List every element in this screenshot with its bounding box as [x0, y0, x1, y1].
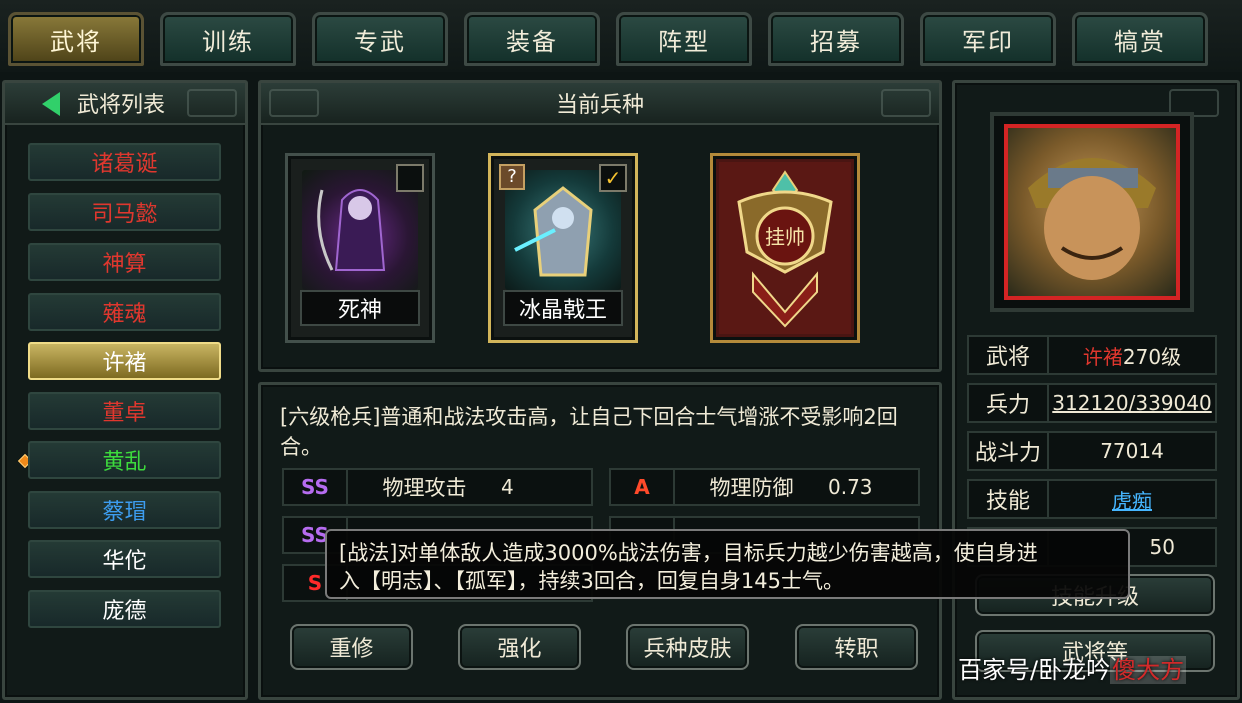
- unit-card-commander-emblem[interactable]: 挂帅: [710, 153, 860, 343]
- unit-description: [六级枪兵]普通和战法攻击高，让自己下回合士气增涨不受影响2回合。: [280, 405, 898, 459]
- info-value[interactable]: 312120/339040: [1049, 391, 1215, 415]
- stat-name: 物理攻击: [382, 476, 467, 500]
- skill-tooltip: [战法]对单体敌人造成3000%战法伤害，目标兵力越少伤害越高，使自身进 入【明…: [325, 529, 1130, 599]
- back-arrow-icon[interactable]: [42, 92, 60, 116]
- ornament: [269, 89, 319, 117]
- info-row-general: 武将 许褚270级: [967, 335, 1217, 375]
- tab-equipment[interactable]: 装备: [464, 12, 600, 66]
- info-key: 兵力: [969, 385, 1049, 421]
- info-key: 战斗力: [969, 433, 1049, 469]
- general-item-selected[interactable]: 许褚: [28, 342, 221, 380]
- general-list-title: 武将列表: [77, 93, 166, 118]
- grade-badge: SS: [284, 470, 348, 504]
- unit-type-header: 当前兵种: [261, 83, 939, 125]
- tab-exclusive-weapon[interactable]: 专武: [312, 12, 448, 66]
- general-level-value: 270级: [1122, 344, 1182, 369]
- general-item[interactable]: 董卓: [28, 392, 221, 430]
- tab-generals[interactable]: 武将: [8, 12, 144, 66]
- stat-value: 0.73: [828, 475, 873, 499]
- stat-name: 物理防御: [709, 476, 794, 500]
- tab-recruit[interactable]: 招募: [768, 12, 904, 66]
- skill-link[interactable]: 虎痴: [1049, 485, 1215, 514]
- general-face-icon: [1028, 158, 1156, 280]
- general-name: 许褚: [102, 351, 147, 376]
- change-class-button[interactable]: 转职: [795, 624, 918, 670]
- tab-rewards[interactable]: 犒赏: [1072, 12, 1208, 66]
- unit-checkbox[interactable]: [396, 164, 424, 192]
- general-item[interactable]: 司马懿: [28, 193, 221, 231]
- stat-value: 4: [501, 475, 514, 499]
- unit-checked-icon[interactable]: ✓: [599, 164, 627, 192]
- unit-type-title: 当前兵种: [555, 93, 644, 118]
- tab-bar: 武将 训练 专武 装备 阵型 招募 军印 犒赏: [0, 0, 1242, 72]
- unit-label: 死神: [300, 290, 420, 326]
- general-item[interactable]: 庞德: [28, 590, 221, 628]
- watermark-text: 百家号/卧龙吟: [958, 656, 1111, 684]
- general-name: 庞德: [102, 599, 147, 624]
- info-key: 武将: [969, 337, 1049, 373]
- info-value: 77014: [1100, 439, 1164, 463]
- unit-card-ice-crystal-king[interactable]: ? ✓ 冰晶戟王: [488, 153, 638, 343]
- general-name: 黄乱: [102, 450, 147, 475]
- grade-badge: A: [611, 470, 675, 504]
- stat-row: A 物理防御 0.73: [609, 468, 920, 506]
- unit-card-death[interactable]: 死神: [285, 153, 435, 343]
- general-item[interactable]: 华佗: [28, 540, 221, 578]
- ornament: [187, 89, 237, 117]
- general-name: 薙魂: [102, 302, 147, 327]
- commander-emblem-icon: 挂帅: [719, 162, 851, 334]
- general-item[interactable]: 诸葛诞: [28, 143, 221, 181]
- general-name: 董卓: [102, 401, 147, 426]
- stat-row: SS 物理攻击 4: [282, 468, 593, 506]
- unit-skin-button[interactable]: 兵种皮肤: [626, 624, 749, 670]
- general-name: 蔡瑁: [102, 500, 147, 525]
- general-item[interactable]: 蔡瑁: [28, 491, 221, 529]
- watermark: 百家号/卧龙吟傻大方: [958, 650, 1187, 685]
- info-key: 技能: [969, 481, 1049, 517]
- general-item[interactable]: 薙魂: [28, 293, 221, 331]
- retrain-button[interactable]: 重修: [290, 624, 413, 670]
- strengthen-button[interactable]: 强化: [458, 624, 581, 670]
- ornament: [881, 89, 931, 117]
- general-item[interactable]: 黄乱: [28, 441, 221, 479]
- tab-formation[interactable]: 阵型: [616, 12, 752, 66]
- general-name: 诸葛诞: [91, 152, 158, 177]
- watermark-highlight: 傻大方: [1110, 656, 1187, 684]
- general-name: 华佗: [102, 549, 147, 574]
- tooltip-line: [战法]对单体敌人造成3000%战法伤害，目标兵力越少伤害越高，使自身进: [339, 541, 1038, 565]
- info-row-troops: 兵力 312120/339040: [967, 383, 1217, 423]
- general-item[interactable]: 神算: [28, 243, 221, 281]
- general-name-value: 许褚: [1082, 344, 1123, 369]
- tooltip-line: 入【明志】、【孤军】，持续3回合，回复自身145士气。: [339, 569, 844, 593]
- info-row-power: 战斗力 77014: [967, 431, 1217, 471]
- general-name: 神算: [102, 252, 147, 277]
- tab-army-seal[interactable]: 军印: [920, 12, 1056, 66]
- emblem-text: 挂帅: [765, 225, 805, 249]
- info-value: 许褚270级: [1049, 341, 1215, 370]
- info-row-skill: 技能 虎痴: [967, 479, 1217, 519]
- general-portrait: [1004, 124, 1180, 300]
- tab-training[interactable]: 训练: [160, 12, 296, 66]
- general-name: 司马懿: [91, 202, 158, 227]
- unit-label: 冰晶戟王: [503, 290, 623, 326]
- help-icon[interactable]: ?: [499, 164, 525, 190]
